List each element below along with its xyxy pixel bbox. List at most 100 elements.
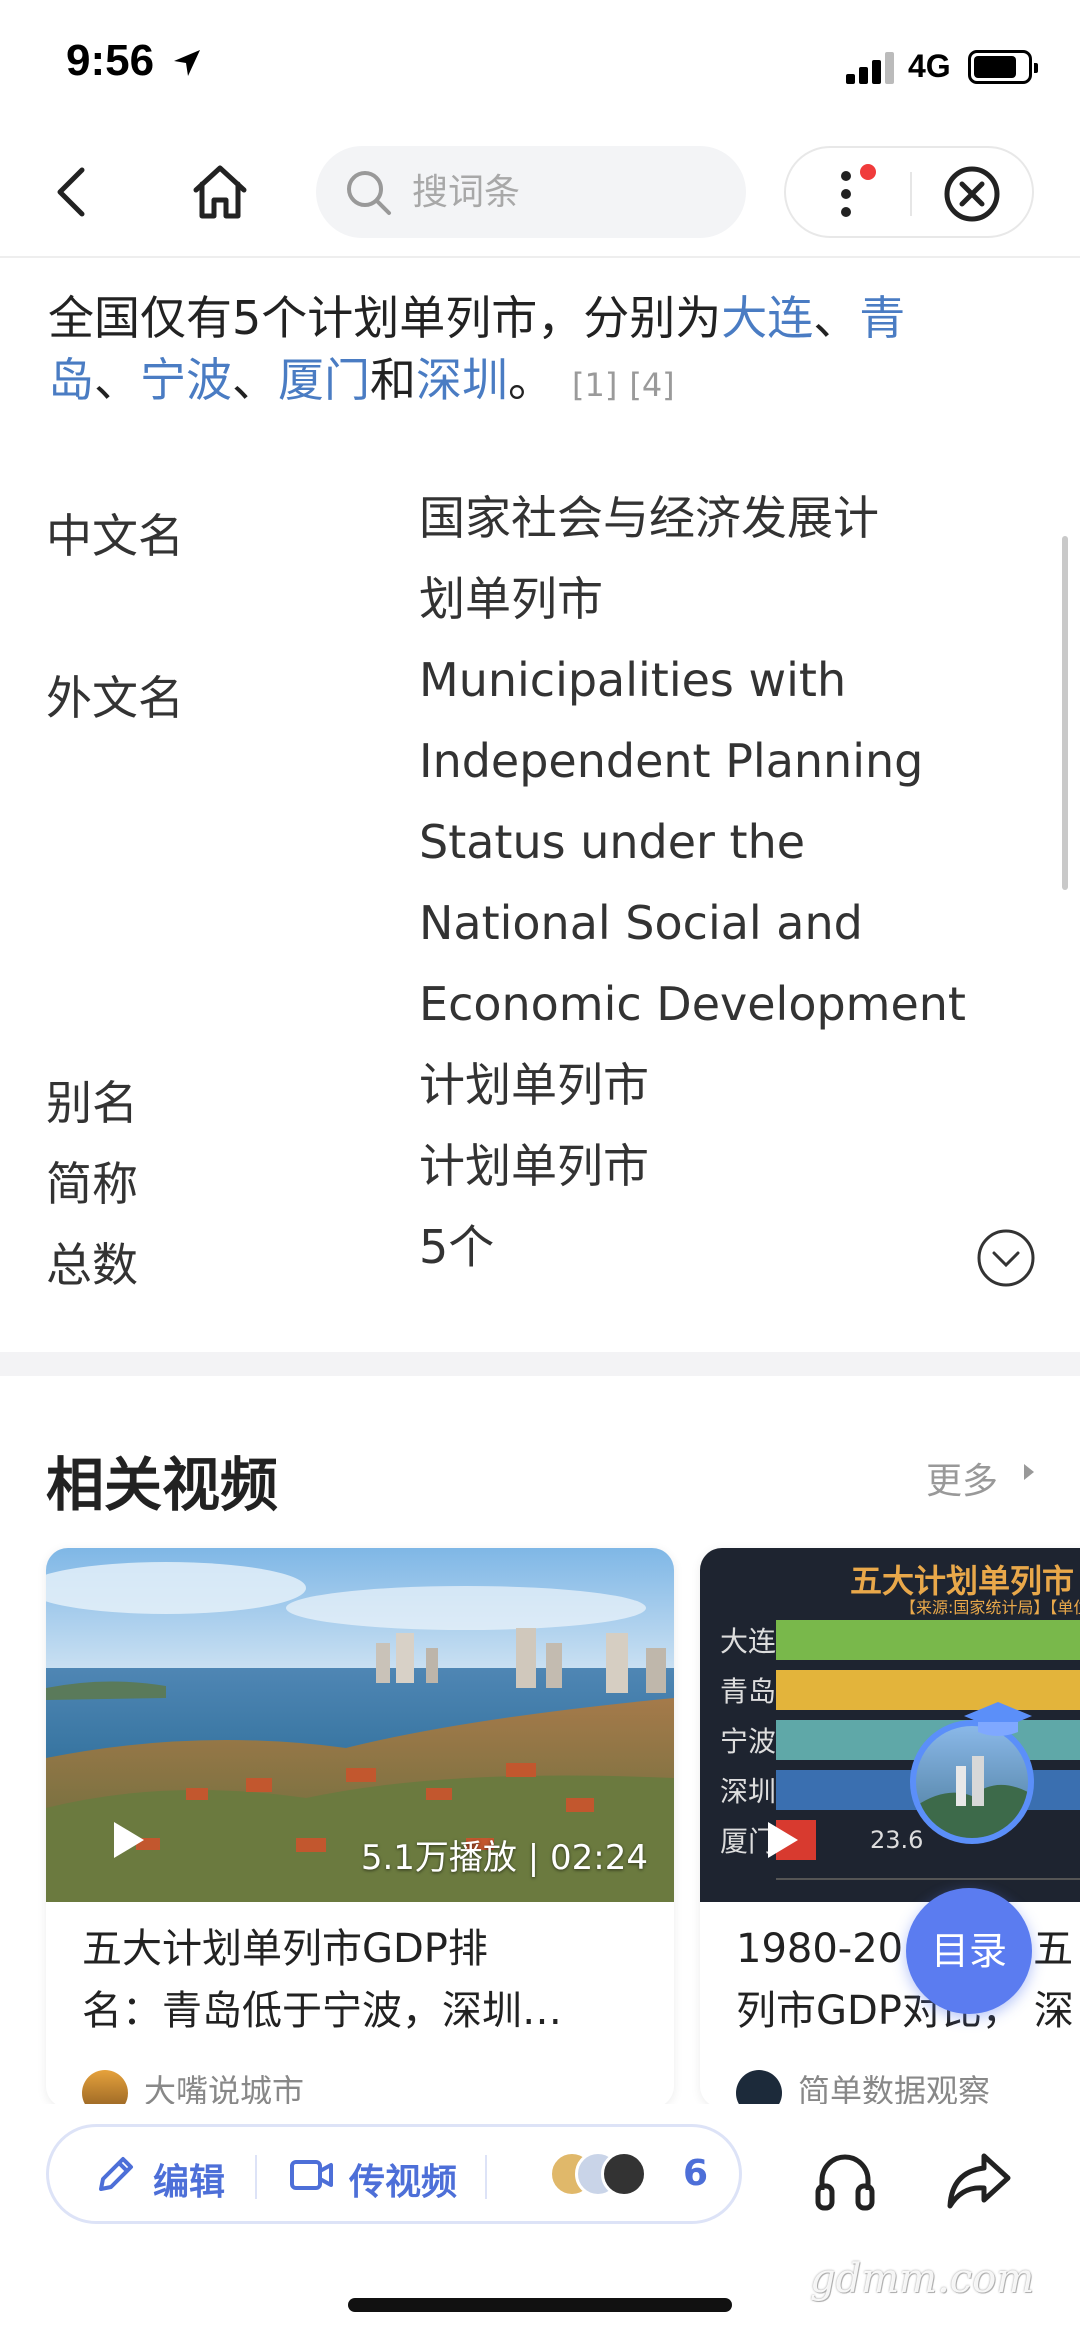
video-title-line: 名：青岛低于宁波，深圳… [82, 1988, 562, 2034]
thumbnail-subtitle: 【来源:国家统计局】【单位 [900, 1598, 1080, 1617]
info-value-line: 5个 [419, 1220, 495, 1274]
link-qingdao-cont[interactable]: 岛 [48, 353, 94, 407]
info-value-line: National Social and [419, 896, 863, 950]
video-author[interactable]: 简单数据观察 [736, 2066, 990, 2108]
contributor-count[interactable]: 6 [683, 2153, 708, 2194]
info-value-line: Independent Planning [419, 734, 924, 788]
graduation-cap-icon [964, 1702, 1032, 1736]
intro-sep: 、 [813, 291, 860, 345]
info-value-line: Status under the [419, 815, 806, 869]
mini-program-capsule [784, 146, 1034, 238]
more-link[interactable]: 更多 [926, 1452, 998, 1504]
video-meta: 5.1万播放 | 02:24 [360, 1838, 648, 1878]
share-icon[interactable] [944, 2146, 1014, 2216]
author-name: 简单数据观察 [798, 2072, 991, 2108]
bar-label: 宁波 [720, 1725, 777, 1758]
headphones-icon[interactable] [810, 2146, 880, 2216]
video-title[interactable]: 五大计划单列市GDP排 名：青岛低于宁波，深圳… [82, 1918, 652, 2042]
info-value: 国家社会与经济发展计 划单列市 [419, 478, 1019, 640]
link-shenzhen[interactable]: 深圳 [416, 353, 508, 407]
watermark: gdmm.com [810, 2256, 1035, 2302]
video-card[interactable]: 五大计划单列市 G 【来源:国家统计局】【单位 大连 青岛 宁波 深圳 厦门 2… [700, 1548, 1080, 2108]
author-name: 大嘴说城市 [144, 2072, 305, 2108]
location-arrow-icon [174, 50, 200, 76]
info-value-line: 计划单列市 [419, 1139, 649, 1193]
bar-value: 23.6 [870, 1826, 924, 1854]
reference-4[interactable]: [4] [629, 366, 674, 404]
video-author[interactable]: 大嘴说城市 [82, 2066, 304, 2108]
video-duration: 02:24 [550, 1838, 648, 1878]
bar-label: 青岛 [720, 1675, 777, 1708]
search-box[interactable] [316, 146, 746, 238]
author-avatar [82, 2070, 128, 2108]
section-divider [0, 1352, 1080, 1376]
home-icon[interactable] [186, 158, 254, 226]
video-card[interactable]: 5.1万播放 | 02:24 五大计划单列市GDP排 名：青岛低于宁波，深圳… … [46, 1548, 674, 2108]
info-value-line: 划单列市 [419, 572, 603, 626]
info-value: Municipalities with Independent Planning… [419, 640, 1019, 1045]
intro-line-2: 岛、宁波、厦门和深圳。 [1] [4] [48, 350, 675, 415]
intro-sep: 、 [232, 353, 278, 407]
upload-video-button[interactable]: 传视频 [349, 2153, 457, 2205]
video-title-line: 五大计划单列市GDP排 [82, 1926, 488, 1972]
info-key: 外文名 [46, 671, 184, 725]
info-value: 计划单列市 [419, 1126, 1019, 1207]
contributor-avatar [601, 2151, 647, 2197]
link-qingdao[interactable]: 青 [859, 291, 905, 345]
intro-line-1: 全国仅有5个计划单列市，分别为大连、青 [48, 288, 905, 348]
close-icon[interactable] [940, 162, 1004, 226]
search-icon [347, 171, 391, 215]
edit-pencil-icon [99, 2157, 133, 2191]
info-value: 计划单列市 [419, 1045, 1019, 1126]
info-value-line: 计划单列市 [419, 1058, 649, 1112]
video-title-text: 1980-20 [736, 1926, 904, 1972]
video-title-line: 列市GDP对比，深 [736, 1980, 1080, 2042]
edit-button[interactable]: 编辑 [153, 2153, 225, 2205]
battery-icon [968, 50, 1038, 84]
pill-divider [255, 2155, 257, 2199]
intro-text: 全国仅有5个计划单列市，分别为 [48, 291, 722, 345]
intro-and: 和 [370, 353, 416, 407]
nav-bar [0, 130, 1080, 258]
video-title-text: 五 [1033, 1926, 1074, 1972]
play-icon[interactable] [760, 1818, 804, 1862]
capsule-divider [910, 172, 912, 216]
info-value: 5个 [419, 1207, 1019, 1288]
link-xiamen[interactable]: 厦门 [278, 353, 370, 407]
status-time: 9:56 [66, 36, 155, 85]
more-icon[interactable] [816, 162, 886, 226]
link-dalian[interactable]: 大连 [721, 291, 813, 345]
bar-label: 深圳 [720, 1775, 777, 1808]
scrollbar[interactable] [1062, 536, 1068, 890]
bar-label: 大连 [720, 1625, 777, 1658]
link-ningbo[interactable]: 宁波 [140, 353, 232, 407]
signal-icon [846, 52, 898, 84]
info-key: 总数 [46, 1238, 138, 1292]
contributor-avatars[interactable] [549, 2151, 669, 2201]
search-input[interactable] [412, 164, 712, 220]
info-key: 简称 [46, 1157, 138, 1211]
reference-1[interactable]: [1] [572, 366, 617, 404]
toc-button[interactable]: 目录 [906, 1888, 1032, 2014]
chart-axis [776, 1878, 1080, 1880]
home-indicator [348, 2298, 732, 2312]
status-bar: 9:56 4G [0, 0, 1080, 130]
pill-divider [485, 2155, 487, 2199]
author-avatar [736, 2070, 782, 2108]
info-key: 中文名 [46, 509, 184, 563]
play-icon[interactable] [106, 1818, 150, 1862]
section-title: 相关视频 [46, 1451, 279, 1519]
more-arrow-icon [1024, 1464, 1034, 1480]
info-value-line: 国家社会与经济发展计 [419, 491, 879, 545]
info-value-line: Economic Development [419, 977, 966, 1031]
intro-end: 。 [508, 353, 554, 407]
video-title-text: 深 [1033, 1988, 1074, 2034]
video-thumbnail[interactable]: 5.1万播放 | 02:24 [46, 1548, 674, 1902]
network-type: 4G [908, 48, 951, 84]
expand-chevron-icon[interactable] [976, 1228, 1036, 1288]
intro-sep: 、 [94, 353, 140, 407]
action-pill: 编辑 传视频 6 [46, 2124, 742, 2224]
back-icon[interactable] [42, 160, 106, 224]
info-value-line: Municipalities with [419, 653, 847, 707]
bar [776, 1620, 1080, 1660]
